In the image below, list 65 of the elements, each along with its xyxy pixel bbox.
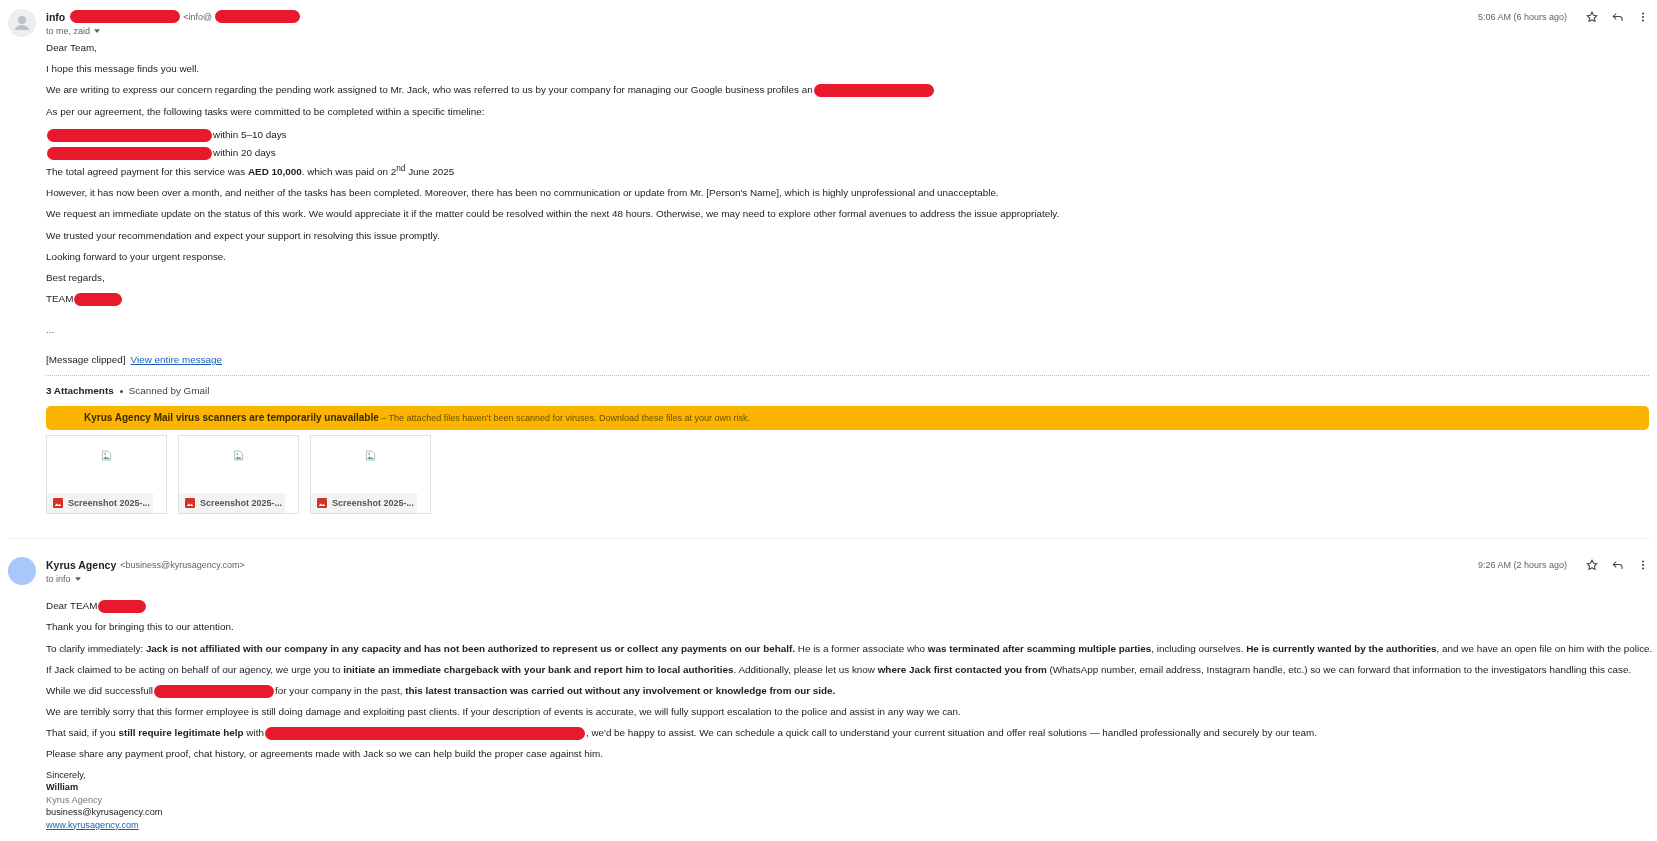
body-text: We are terribly sorry that this former employee is still doing damage and exploiting past clients. If your description of events is accurate, we will fully support escalation to the police and assist in any way we can. xyxy=(46,706,961,718)
body-text: The total agreed payment for this service was AED 10,000. which was paid on 2$^{nd}$ June 2025 xyxy=(46,166,455,178)
body-text: We trusted your recommendation and expect your support in resolving this issue promptly. xyxy=(46,229,440,241)
signature-text: Sincerely, xyxy=(46,768,87,782)
body-text: I hope this message finds you well. xyxy=(46,63,200,75)
body-text: TEAM xyxy=(46,293,74,305)
ellipsis-text: ... xyxy=(46,323,56,338)
body-text: We are writing to express our concern regarding the pending work assigned to Mr. Jack, who was referred to us by your company for managing our Google business profiles an xyxy=(46,84,813,96)
sender-email: <info@ xyxy=(183,11,213,22)
image-file-icon xyxy=(185,498,195,509)
redaction-mark xyxy=(74,293,123,307)
reply-icon[interactable] xyxy=(1611,10,1625,24)
sender-email: <business@kyrusagency.com> xyxy=(120,559,245,570)
star-icon[interactable] xyxy=(1585,558,1599,573)
file-name: Screenshot 2025-... xyxy=(68,498,151,509)
bullet-icon xyxy=(119,389,123,393)
star-icon[interactable] xyxy=(1585,10,1599,24)
caret-icon[interactable] xyxy=(94,28,101,33)
body-text: Best regards, xyxy=(46,272,105,283)
attachment-card[interactable]: Screenshot 2025-... xyxy=(178,435,299,515)
avatar-icon xyxy=(8,9,36,37)
sender-name: info xyxy=(46,10,66,23)
body-text: We request an immediate update on the status of this work. We would appreciate it if the matter could be resolved within the next 48 hours. Otherwise, we may need to explore other formal avenues to address the issue appropriately. xyxy=(46,208,1060,220)
attachment-card[interactable]: Screenshot 2025-... xyxy=(46,435,167,515)
file-name: Screenshot 2025-... xyxy=(332,498,415,509)
clipped-note: [Message clipped] xyxy=(46,353,126,368)
body-text: Looking forward to your urgent response. xyxy=(46,250,227,262)
image-file-icon xyxy=(317,498,327,509)
body-text: Please share any payment proof, chat history, or agreements made with Jack so we can help build the proper case against him. xyxy=(46,748,603,760)
sender-name: Kyrus Agency xyxy=(46,558,117,571)
body-text: Thank you for bringing this to our attention. xyxy=(46,621,234,633)
view-message-link[interactable]: View entire message xyxy=(130,353,223,368)
body-text: within 5–10 days xyxy=(213,128,287,140)
signature-text: William xyxy=(46,781,80,794)
body-text: Dear TEAM xyxy=(46,600,98,612)
broken-image-icon xyxy=(365,450,376,462)
recipients-text: to me, zaid xyxy=(46,25,91,36)
body-text: That said, if you still require legitimate help with xyxy=(46,727,264,739)
more-icon[interactable] xyxy=(1641,10,1645,24)
body-text: To clarify immediately: Jack is not affiliated with our company in any capacity and has not been authorized to represent us or collect any payments on our behalf. He is a former associate who was terminated after scamming multiple parties, including ourselves. He is currently wanted by the authorities, and we have an open file on him with the police. xyxy=(46,642,1653,654)
body-text: for your company in the past, this latest transaction was carried out without any involvement or knowledge from our side. xyxy=(275,684,836,696)
message-time: 9:26 AM (2 hours ago) xyxy=(1477,560,1567,571)
message-time: 5:06 AM (6 hours ago) xyxy=(1477,12,1567,22)
body-text: If Jack claimed to be acting on behalf of our agency, we urge you to initiate an immediate chargeback with your bank and report him to local authorities. Additionally, please let us know where Jack first contacted you from (WhatsApp number, email address, Instagram handle, etc.) so we can forward that information to the investigators handling this case. xyxy=(46,663,1632,675)
scan-note: Scanned by Gmail xyxy=(128,384,210,399)
redaction-mark xyxy=(98,600,147,614)
body-text: As per our agreement, the following tasks were committed to be completed within a specific timeline: xyxy=(46,105,485,117)
attachment-card[interactable]: Screenshot 2025-... xyxy=(310,435,431,515)
signature-text: business@kyrusagency.com xyxy=(46,806,164,819)
warning-banner: Kyrus Agency Mail virus scanners are temporarily unavailable – The attached files haven't been scanned for viruses. Download these files at your own risk. xyxy=(46,406,1649,431)
caret-icon[interactable] xyxy=(74,576,81,581)
recipients-text: to info xyxy=(46,573,71,584)
image-file-icon xyxy=(53,498,63,509)
signature-text: Kyrus Agency xyxy=(46,793,104,807)
attachments-count: 3 Attachments xyxy=(46,384,114,399)
body-text: However, it has now been over a month, and neither of the tasks has been completed. Moreover, there has been no communication or update from Mr. [Person's Name], which is highly unprofessional and unacceptable. xyxy=(46,187,999,199)
body-text: While we did successfull xyxy=(46,684,154,696)
broken-image-icon xyxy=(101,450,112,462)
body-text: within 20 days xyxy=(213,146,276,158)
body-text: Dear Team, xyxy=(46,42,97,53)
file-name: Screenshot 2025-... xyxy=(200,498,283,509)
website-link[interactable]: www.kyrusagency.com xyxy=(46,818,139,832)
body-text: , we'd be happy to assist. We can schedule a quick call to understand your current situation and offer real solutions — handled professionally and securely by our team. xyxy=(585,727,1317,739)
avatar xyxy=(8,557,36,586)
broken-image-icon xyxy=(233,450,244,462)
